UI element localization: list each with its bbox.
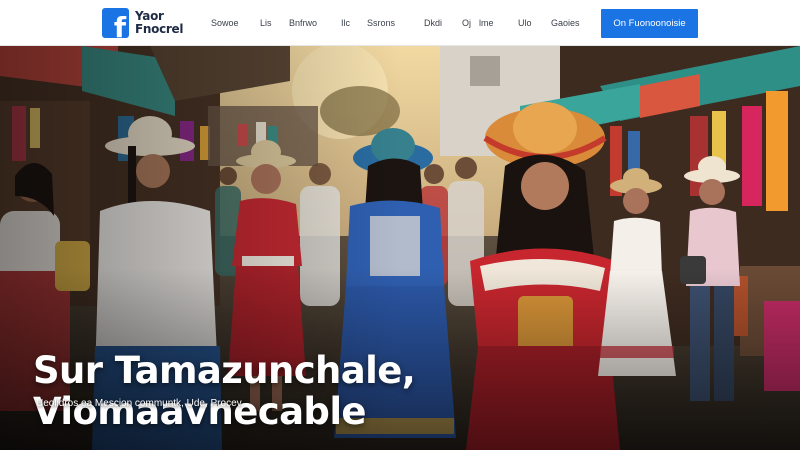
nav-link-2[interactable]: Lis [260, 18, 272, 28]
hero-headline-line-2: Viomaavnecable [33, 390, 367, 433]
nav-link-8[interactable]: lme [479, 18, 494, 28]
brand[interactable]: f Yaor Fnocrel [102, 8, 183, 38]
nav-link-9[interactable]: Ulo [518, 18, 532, 28]
facebook-logo-icon[interactable]: f [102, 8, 129, 38]
nav-link-10[interactable]: Gaoies [551, 18, 580, 28]
nav-link-1[interactable]: Sowoe [211, 18, 239, 28]
top-navigation-bar: f Yaor Fnocrel Sowoe Lis Bnfrwo Ilc Ssro… [0, 0, 800, 46]
hero-headline-line-1: Sur Tamazunchale, [33, 349, 416, 392]
brand-name: Yaor Fnocrel [135, 10, 183, 36]
nav-link-6[interactable]: Dkdi [424, 18, 442, 28]
cta-button[interactable]: On Fuonoonoisie [601, 9, 698, 38]
hero-subline: Ueolidros ea Mescion communtk, Ude, Proc… [36, 398, 244, 409]
nav-link-4[interactable]: Ilc [341, 18, 350, 28]
hero-banner: Sur Tamazunchale, Viomaavnecable Ueolidr… [0, 46, 800, 450]
nav-link-3[interactable]: Bnfrwo [289, 18, 317, 28]
nav-link-7[interactable]: Oj [462, 18, 471, 28]
nav-link-5[interactable]: Ssrons [367, 18, 395, 28]
brand-name-line-2: Fnocrel [135, 22, 184, 36]
hero-headline: Sur Tamazunchale, Viomaavnecable [33, 349, 416, 433]
